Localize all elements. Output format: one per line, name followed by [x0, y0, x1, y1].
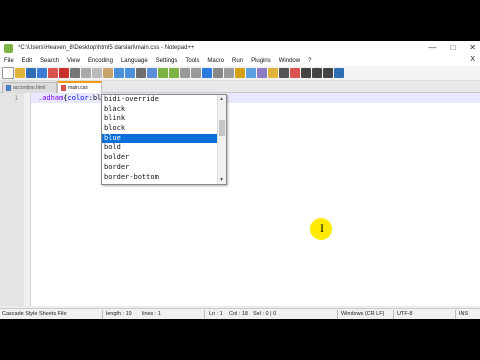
find-icon[interactable] — [136, 68, 146, 78]
status-divider — [337, 310, 338, 319]
toolbar — [0, 66, 480, 81]
sync-h-icon[interactable] — [191, 68, 201, 78]
file-type: Cascade Style Sheets File — [2, 311, 67, 317]
status-divider — [204, 310, 205, 319]
close-icon[interactable] — [48, 68, 58, 78]
close-button[interactable]: ✕ — [469, 43, 476, 52]
window-title: *C:\Users\Heaven_8\Desktop\html5 darslar… — [18, 45, 195, 51]
scroll-up-icon[interactable]: ▲ — [219, 96, 224, 102]
folder-icon[interactable] — [268, 68, 278, 78]
status-bar: Cascade Style Sheets File length : 19 li… — [0, 308, 480, 319]
window-controls: — □ ✕ — [428, 43, 476, 52]
fold-margin — [24, 93, 30, 306]
css-property: color — [67, 94, 89, 102]
save-macro-icon[interactable] — [334, 68, 344, 78]
status-divider — [455, 310, 456, 319]
encoding[interactable]: UTF-8 — [397, 311, 413, 317]
doc-map-icon[interactable] — [246, 68, 256, 78]
scrollbar-thumb[interactable] — [219, 120, 225, 136]
menu-macro[interactable]: Macro — [203, 58, 228, 64]
paste-icon[interactable] — [103, 68, 113, 78]
autocomplete-list: bidi-override black blink block blue bol… — [102, 95, 217, 182]
stop-icon[interactable] — [301, 68, 311, 78]
editor-area[interactable]: 1 .adham{color:blue;} — [0, 93, 480, 306]
menu-tools[interactable]: Tools — [181, 58, 203, 64]
save-all-icon[interactable] — [37, 68, 47, 78]
autocomplete-item[interactable]: bolder — [102, 153, 217, 163]
open-file-icon[interactable] — [15, 68, 25, 78]
cursor-col: Col : 18 — [229, 311, 248, 317]
title-bar: *C:\Users\Heaven_8\Desktop\html5 darslar… — [0, 41, 480, 55]
redo-icon[interactable] — [125, 68, 135, 78]
eol-format[interactable]: Windows (CR LF) — [341, 311, 384, 317]
menu-help[interactable]: ? — [304, 58, 315, 64]
css-selector: .adham — [38, 94, 64, 102]
menu-view[interactable]: View — [63, 58, 84, 64]
menu-search[interactable]: Search — [36, 58, 63, 64]
doc-lines: lines : 1 — [142, 311, 161, 317]
sync-v-icon[interactable] — [180, 68, 190, 78]
autocomplete-popup[interactable]: bidi-override black blink block blue bol… — [101, 94, 227, 185]
text-cursor-icon: I — [320, 221, 324, 235]
line-number-gutter: 1 — [0, 93, 31, 306]
scroll-down-icon[interactable]: ▼ — [219, 177, 224, 183]
selection-info: Sel : 0 | 0 — [253, 311, 277, 317]
autocomplete-item[interactable]: bidi-override — [102, 95, 217, 105]
new-file-icon[interactable] — [2, 67, 14, 79]
insert-mode[interactable]: INS — [459, 311, 468, 317]
cursor-line: Ln : 1 — [209, 311, 223, 317]
lang-icon[interactable] — [235, 68, 245, 78]
notepad-icon — [4, 43, 13, 53]
cut-icon[interactable] — [81, 68, 91, 78]
autocomplete-scrollbar[interactable]: ▲ ▼ — [217, 95, 226, 184]
menu-run[interactable]: Run — [228, 58, 247, 64]
close-document-button[interactable]: X — [470, 56, 475, 63]
maximize-button[interactable]: □ — [450, 43, 455, 52]
autocomplete-item-selected[interactable]: blue — [102, 133, 217, 144]
undo-icon[interactable] — [114, 68, 124, 78]
close-all-icon[interactable] — [59, 68, 69, 78]
menu-bar: File Edit Search View Encoding Language … — [0, 55, 480, 66]
all-chars-icon[interactable] — [213, 68, 223, 78]
indent-guide-icon[interactable] — [224, 68, 234, 78]
tab-main-css[interactable]: main.css — [57, 81, 102, 93]
func-list-icon[interactable] — [257, 68, 267, 78]
notepad-plus-plus-window: *C:\Users\Heaven_8\Desktop\html5 darslar… — [0, 41, 480, 319]
replace-icon[interactable] — [147, 68, 157, 78]
minimize-button[interactable]: — — [428, 43, 436, 52]
menu-window[interactable]: Window — [275, 58, 304, 64]
monitor-icon[interactable] — [279, 68, 289, 78]
autocomplete-item[interactable]: border — [102, 163, 217, 173]
record-icon[interactable] — [290, 68, 300, 78]
modified-file-icon — [61, 85, 66, 91]
print-icon[interactable] — [70, 68, 80, 78]
tab-accordion-html[interactable]: accordion.html — [2, 82, 57, 93]
line-number: 1 — [14, 95, 18, 102]
play-icon[interactable] — [312, 68, 322, 78]
wrap-icon[interactable] — [202, 68, 212, 78]
status-divider — [102, 310, 103, 319]
menu-plugins[interactable]: Plugins — [247, 58, 275, 64]
menu-edit[interactable]: Edit — [18, 58, 36, 64]
menu-settings[interactable]: Settings — [152, 58, 182, 64]
copy-icon[interactable] — [92, 68, 102, 78]
status-divider — [393, 310, 394, 319]
menu-language[interactable]: Language — [117, 58, 152, 64]
zoom-in-icon[interactable] — [158, 68, 168, 78]
menu-encoding[interactable]: Encoding — [84, 58, 117, 64]
tab-bar: accordion.html main.css — [0, 81, 480, 93]
autocomplete-item[interactable]: border-bottom — [102, 173, 217, 183]
autocomplete-item[interactable]: blink — [102, 114, 217, 124]
tab-label: accordion.html — [13, 85, 46, 91]
tab-label: main.css — [68, 85, 88, 91]
doc-length: length : 19 — [106, 311, 132, 317]
play-multi-icon[interactable] — [323, 68, 333, 78]
save-icon[interactable] — [26, 68, 36, 78]
zoom-out-icon[interactable] — [169, 68, 179, 78]
menu-file[interactable]: File — [0, 58, 18, 64]
autocomplete-item[interactable]: bold — [102, 143, 217, 153]
autocomplete-item[interactable]: black — [102, 105, 217, 115]
file-icon — [6, 85, 11, 91]
autocomplete-item[interactable]: block — [102, 124, 217, 134]
